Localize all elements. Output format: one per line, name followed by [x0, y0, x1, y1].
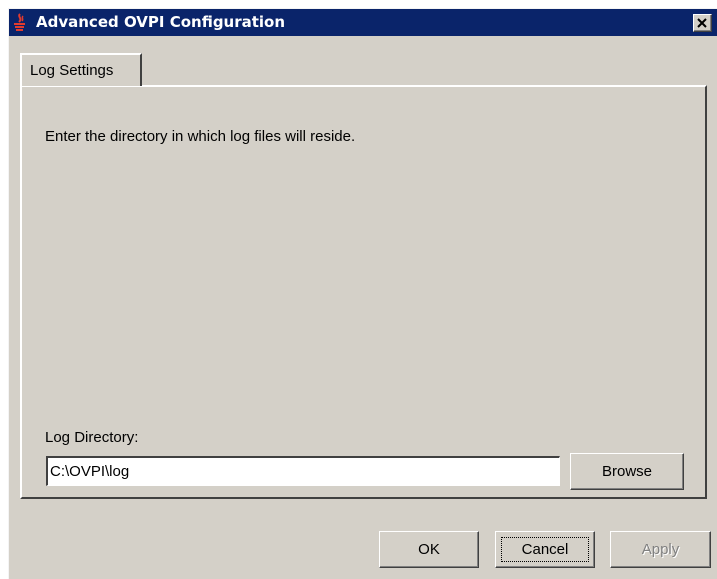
dialog-window: Advanced OVPI Configuration Log Settings… — [8, 8, 717, 579]
cancel-button[interactable]: Cancel — [495, 531, 595, 568]
java-cup-icon — [12, 13, 28, 32]
log-directory-label: Log Directory: — [45, 429, 139, 446]
apply-button[interactable]: Apply — [610, 531, 711, 568]
tab-log-settings[interactable]: Log Settings — [20, 53, 142, 86]
log-directory-input[interactable] — [46, 456, 560, 486]
browse-button[interactable]: Browse — [570, 453, 684, 490]
title-bar[interactable]: Advanced OVPI Configuration — [9, 9, 717, 36]
instruction-text: Enter the directory in which log files w… — [45, 128, 356, 145]
cancel-label: Cancel — [521, 541, 569, 558]
tab-label: Log Settings — [30, 62, 114, 79]
window-title: Advanced OVPI Configuration — [36, 13, 286, 31]
ok-button[interactable]: OK — [379, 531, 479, 568]
close-icon — [697, 18, 707, 28]
close-button[interactable] — [693, 14, 712, 32]
